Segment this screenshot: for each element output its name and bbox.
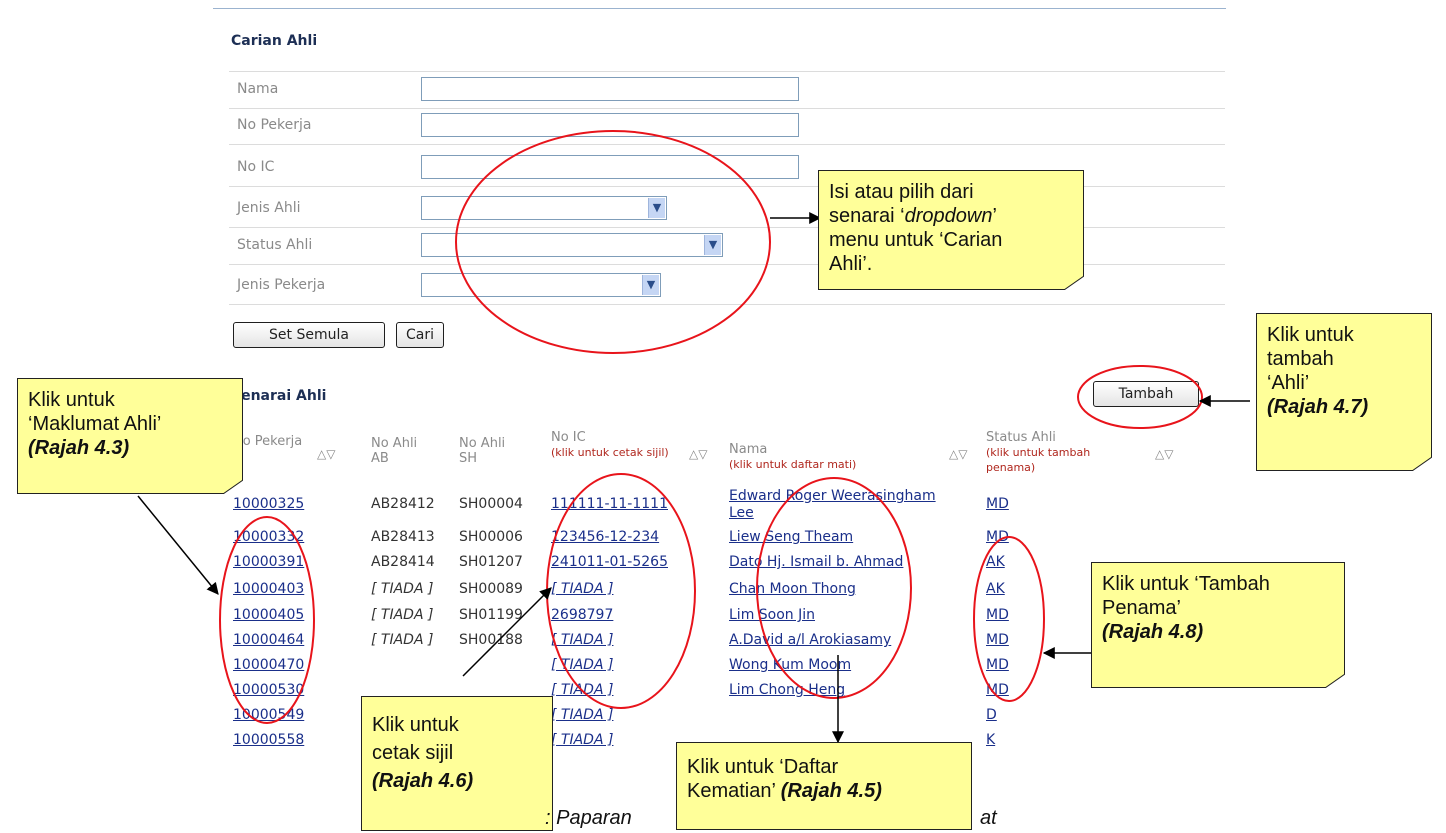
note-text: (Rajah 4.5)	[780, 780, 882, 802]
caption-text: at	[980, 807, 997, 829]
note-line: Klik untuk	[1267, 324, 1354, 346]
note-line: (Rajah 4.8)	[1102, 621, 1204, 643]
note-line: (Rajah 4.6)	[372, 770, 474, 792]
highlight-no-pekerja	[219, 516, 315, 724]
figure-caption-tail: at	[980, 807, 997, 830]
note-line: ‘Ahli’	[1267, 372, 1310, 394]
note-penama-help: Klik untuk ‘Tambah Penama’ (Rajah 4.8)	[1091, 562, 1345, 688]
note-line: (Rajah 4.7)	[1267, 396, 1369, 418]
note-line: cetak sijil	[372, 742, 454, 764]
note-line: Klik untuk	[372, 714, 459, 736]
note-dropdown-help: Isi atau pilih dari senarai ‘dropdown’ m…	[818, 170, 1084, 290]
figure-caption: : Paparan	[545, 807, 632, 830]
highlight-dropdowns	[455, 130, 771, 354]
note-line: Isi atau pilih dari	[829, 181, 974, 203]
note-line: Klik untuk	[28, 389, 115, 411]
note-kematian-help: Klik untuk ‘Daftar Kematian’ (Rajah 4.5)	[676, 742, 972, 830]
arrow-maklumat	[137, 495, 219, 595]
note-line: Klik untuk ‘Tambah	[1102, 573, 1270, 595]
page-curl-icon	[223, 480, 243, 494]
page-curl-icon	[1412, 457, 1432, 471]
note-line: Klik untuk ‘Daftar	[687, 756, 839, 778]
arrow-sijil	[462, 587, 552, 677]
note-maklumat-help: Klik untuk ‘Maklumat Ahli’ (Rajah 4.3)	[17, 378, 243, 494]
note-line: Ahli’.	[829, 253, 873, 275]
note-line: senarai ‘dropdown’	[829, 204, 1073, 228]
note-text: ’	[992, 205, 997, 227]
note-text: dropdown	[904, 205, 993, 227]
note-line: menu untuk ‘Carian	[829, 229, 1003, 251]
note-tambah-help: Klik untuk tambah ‘Ahli’ (Rajah 4.7)	[1256, 313, 1432, 471]
note-sijil-help: Klik untuk cetak sijil (Rajah 4.6)	[361, 696, 553, 831]
highlight-tambah	[1077, 365, 1203, 429]
page-curl-icon	[1325, 674, 1345, 688]
highlight-no-ic	[546, 473, 696, 709]
note-text: Kematian’	[687, 780, 781, 802]
page-curl-icon	[1064, 276, 1084, 290]
highlight-status	[973, 536, 1045, 702]
note-line: tambah	[1267, 348, 1334, 370]
note-text: senarai ‘	[829, 205, 905, 227]
note-line: ‘Maklumat Ahli’	[28, 413, 162, 435]
caption-text: : Paparan	[545, 807, 632, 829]
note-line: (Rajah 4.3)	[28, 437, 130, 459]
note-line: Kematian’ (Rajah 4.5)	[687, 779, 961, 803]
highlight-nama	[756, 477, 912, 699]
note-line: Penama’	[1102, 597, 1181, 619]
